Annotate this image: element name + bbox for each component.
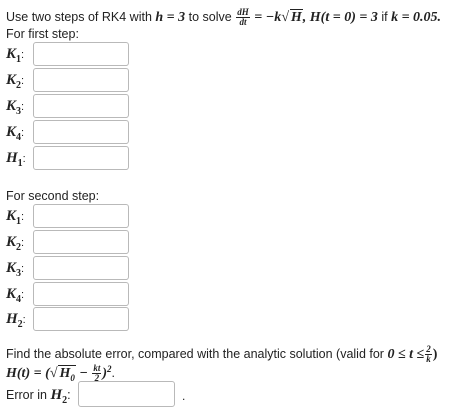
step1-k1-label: K1: [6,46,25,65]
step2-h2-label: H2: [6,311,26,330]
step2-k2-label: K2: [6,234,25,253]
first-step-title: For first step: [6,27,79,41]
step2-k4-label: K4: [6,286,25,305]
step1-k4-label: K4: [6,124,25,143]
step1-k3-label: K3: [6,98,25,117]
question-text: Use two steps of RK4 with h = 3 to solve… [6,7,442,27]
step2-k3-label: K3: [6,260,25,279]
step2-k1-label: K1: [6,208,25,227]
step1-h1-input[interactable] [33,146,129,170]
step2-k1-input[interactable] [33,204,129,228]
step1-k2-input[interactable] [33,68,129,92]
step1-k2-label: K2: [6,72,25,91]
step1-h1-label: H1: [6,150,26,169]
step2-h2-input[interactable] [33,307,129,331]
step1-k3-input[interactable] [33,94,129,118]
step2-k3-input[interactable] [33,256,129,280]
error-row: Error in H2: . [6,381,206,407]
derivative-fraction: dH dt [236,7,250,27]
trailing-period: . [182,389,186,403]
step1-k1-input[interactable] [33,42,129,66]
error-h2-input[interactable] [78,381,175,407]
second-step-title: For second step: [6,189,100,203]
step2-k2-input[interactable] [33,230,129,254]
step2-k4-input[interactable] [33,282,129,306]
analytic-instruction: Find the absolute error, compared with t… [6,344,438,364]
error-label: Error in H2: [6,387,71,406]
step1-k4-input[interactable] [33,120,129,144]
